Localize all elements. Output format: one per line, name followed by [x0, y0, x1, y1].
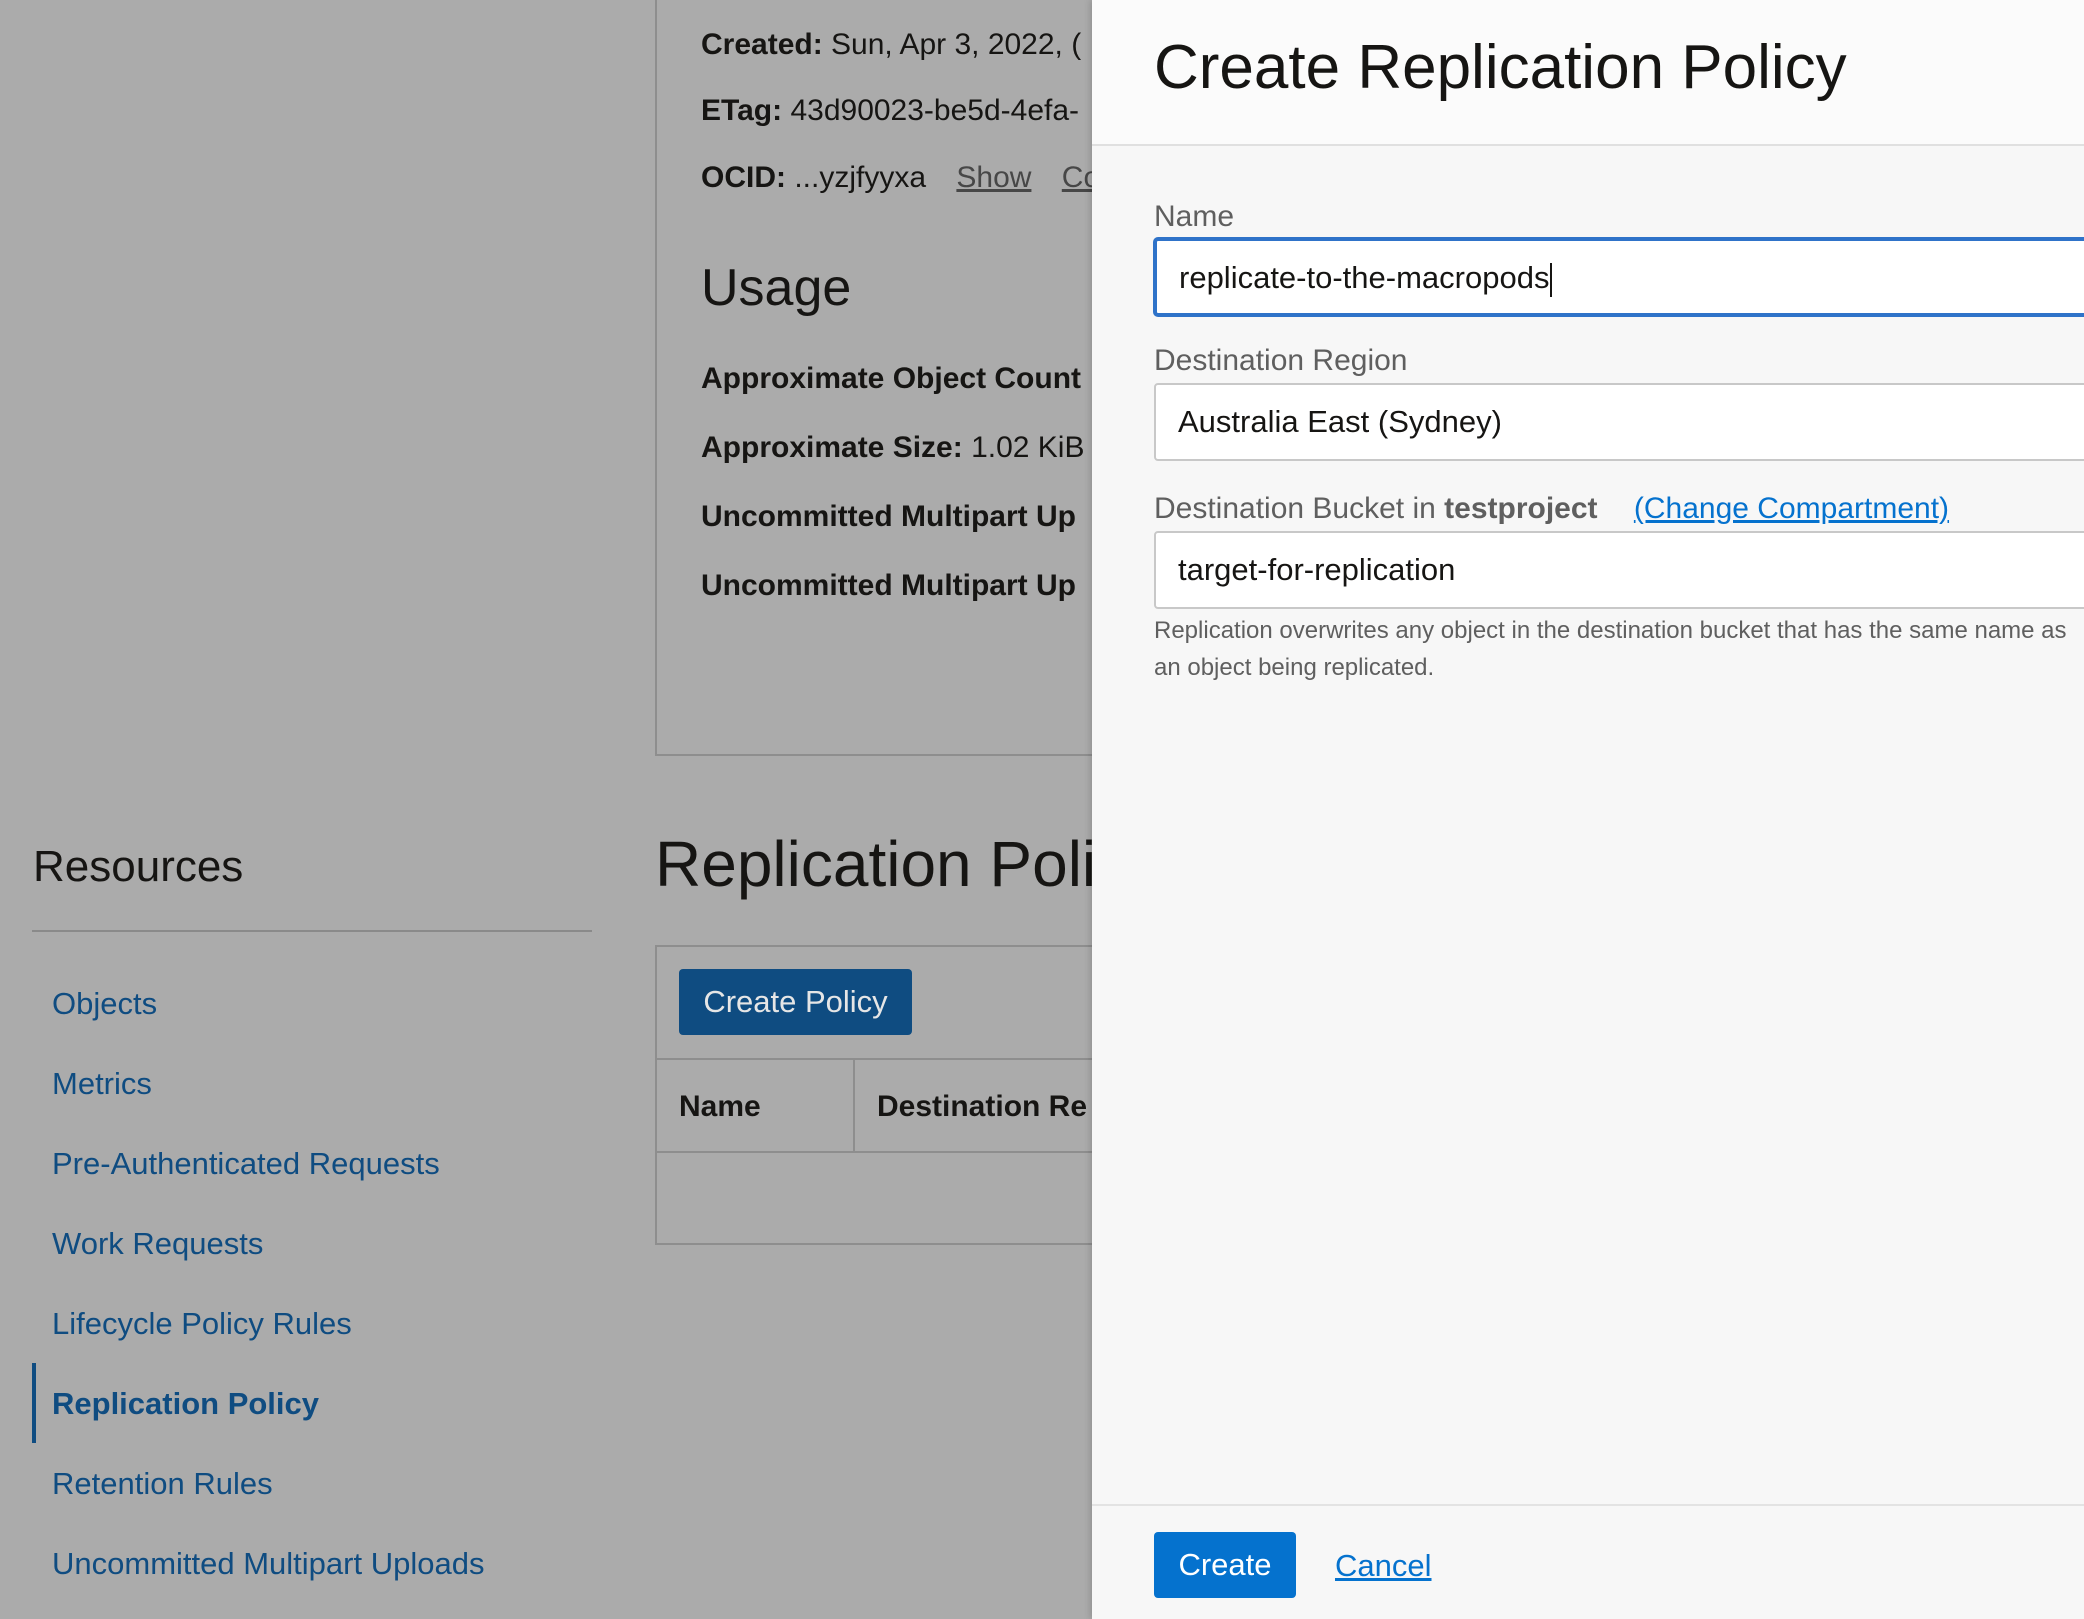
usage-row: Uncommitted Multipart Up: [701, 569, 1076, 603]
sidebar-item-objects[interactable]: Objects: [52, 986, 157, 1022]
usage-row-value: 1.02 KiB: [971, 431, 1085, 464]
change-compartment-link[interactable]: (Change Compartment): [1634, 492, 1949, 525]
destination-bucket-value: target-for-replication: [1178, 552, 1456, 587]
destination-region-value: Australia East (Sydney): [1178, 404, 1502, 439]
name-input[interactable]: replicate-to-the-macropods: [1154, 238, 2084, 316]
create-button[interactable]: Create: [1154, 1532, 1296, 1598]
etag-value: 43d90023-be5d-4efa-: [790, 94, 1080, 127]
usage-row: Approximate Size: 1.02 KiB: [701, 431, 1085, 465]
column-header-name[interactable]: Name: [679, 1090, 761, 1124]
usage-row: Approximate Object Count: [701, 362, 1081, 396]
usage-row-label: Approximate Object Count: [701, 362, 1082, 395]
usage-row-label: Approximate Size:: [701, 431, 963, 464]
created-row: Created: Sun, Apr 3, 2022, (: [701, 28, 1081, 62]
resources-heading: Resources: [33, 842, 244, 891]
ocid-row: OCID: ...yzjfyyxa Show Co: [701, 161, 1100, 195]
destination-region-select[interactable]: Australia East (Sydney): [1154, 383, 2084, 461]
ocid-value: ...yzjfyyxa: [794, 161, 927, 194]
replication-help-text: Replication overwrites any object in the…: [1154, 617, 2067, 681]
column-header-destination-region[interactable]: Destination Re: [877, 1090, 1087, 1124]
compartment-name: testproject: [1444, 492, 1598, 525]
name-input-value: replicate-to-the-macropods: [1179, 260, 1550, 295]
drawer-footer: Create Cancel: [1092, 1504, 2084, 1619]
usage-row: Uncommitted Multipart Up: [701, 500, 1076, 534]
destination-region-label: Destination Region: [1154, 344, 1408, 377]
sidebar-item-lifecycle-policy-rules[interactable]: Lifecycle Policy Rules: [52, 1306, 352, 1342]
column-divider: [853, 1060, 855, 1153]
sidebar-item-retention-rules[interactable]: Retention Rules: [52, 1466, 273, 1502]
destination-bucket-label: Destination Bucket in testproject (Chang…: [1154, 492, 1949, 526]
created-label: Created:: [701, 28, 823, 61]
sidebar-item-replication-policy[interactable]: Replication Policy: [52, 1386, 319, 1422]
cancel-link[interactable]: Cancel: [1335, 1548, 1432, 1584]
sidebar-active-indicator: [32, 1363, 36, 1443]
sidebar-item-work-requests[interactable]: Work Requests: [52, 1226, 263, 1262]
usage-row-label: Uncommitted Multipart Up: [701, 500, 1076, 533]
create-policy-button[interactable]: Create Policy: [679, 969, 912, 1035]
drawer-title: Create Replication Policy: [1154, 33, 1847, 102]
resources-divider: [32, 930, 592, 932]
name-label: Name: [1154, 200, 1235, 233]
text-caret: [1550, 262, 1553, 297]
ocid-label: OCID:: [701, 161, 786, 194]
sidebar-item-pre-authenticated-requests[interactable]: Pre-Authenticated Requests: [52, 1146, 440, 1182]
sidebar-item-metrics[interactable]: Metrics: [52, 1066, 152, 1102]
destination-bucket-label-text: Destination Bucket in: [1154, 492, 1436, 525]
create-replication-policy-drawer: Create Replication Policy Name replicate…: [1092, 0, 2084, 1619]
sidebar-item-uncommitted-multipart-uploads[interactable]: Uncommitted Multipart Uploads: [52, 1546, 484, 1582]
etag-row: ETag: 43d90023-be5d-4efa-: [701, 94, 1079, 128]
drawer-header: Create Replication Policy: [1092, 0, 2084, 146]
destination-bucket-select[interactable]: target-for-replication: [1154, 531, 2084, 609]
usage-row-label: Uncommitted Multipart Up: [701, 569, 1076, 602]
usage-heading: Usage: [701, 259, 852, 317]
etag-label: ETag:: [701, 94, 783, 127]
created-value: Sun, Apr 3, 2022, (: [831, 28, 1082, 61]
ocid-show-link[interactable]: Show: [956, 161, 1031, 194]
